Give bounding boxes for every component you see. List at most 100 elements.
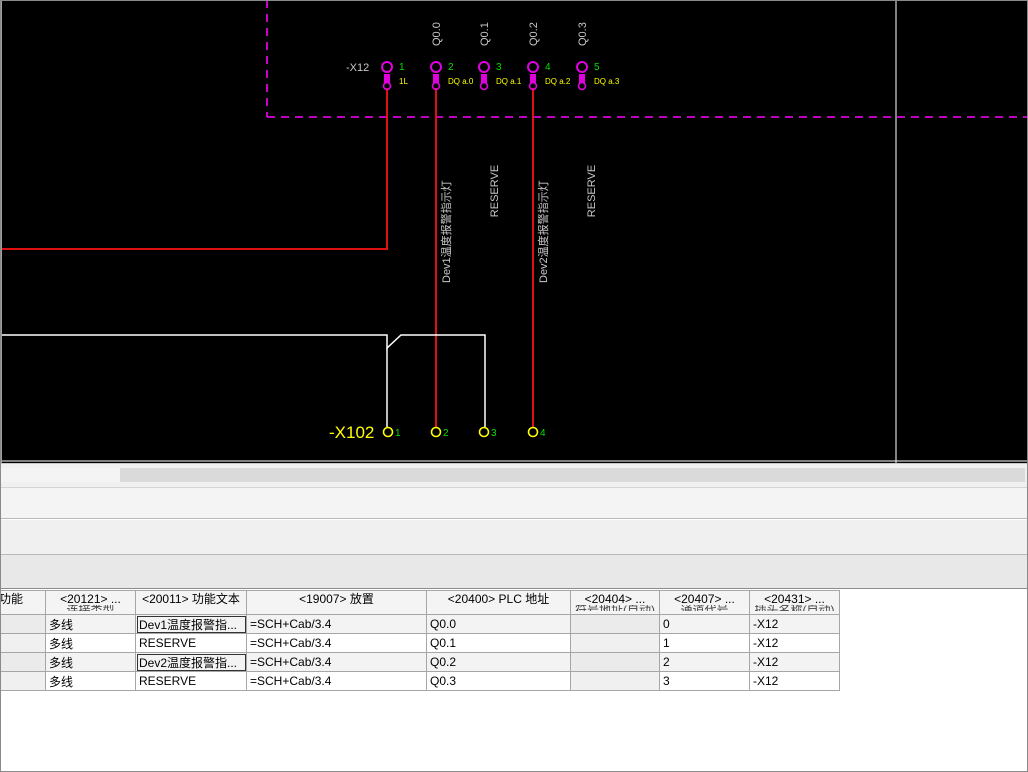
table-row[interactable]: 多线 RESERVE =SCH+Cab/3.4 Q0.1 1 -X12: [0, 633, 840, 653]
terminal-number: 3: [491, 428, 497, 439]
table-cell[interactable]: [570, 652, 660, 672]
terminal-channel-label: DQ a.0: [448, 77, 474, 86]
table-cell[interactable]: 多线: [45, 671, 136, 691]
data-grid[interactable]: 功能 <20121> ...连接类型 <20011> 功能文本 <19007> 放置 <…: [0, 590, 840, 691]
table-cell[interactable]: Q0.3: [426, 671, 571, 691]
data-grid-panel[interactable]: 功能 <20121> ...连接类型 <20011> 功能文本 <19007> 放置 <…: [0, 590, 1028, 772]
column-header-4[interactable]: <20400> PLC 地址: [426, 590, 571, 615]
function-text-2: RESERVE: [489, 165, 501, 217]
table-row[interactable]: 多线 Dev1温度报警指... =SCH+Cab/3.4 Q0.0 0 -X12: [0, 614, 840, 634]
terminal-ring: [430, 426, 442, 438]
terminal-connection: [577, 81, 587, 91]
table-cell[interactable]: Q0.1: [426, 633, 571, 653]
table-cell[interactable]: =SCH+Cab/3.4: [246, 633, 427, 653]
table-cell[interactable]: -X12: [749, 652, 840, 672]
plc-address-label: Q0.1: [479, 22, 491, 46]
table-cell[interactable]: [0, 671, 46, 691]
terminal-ring: [576, 61, 588, 73]
plc-terminal-2[interactable]: 2 DQ a.0 Q0.0: [430, 22, 474, 91]
table-cell[interactable]: RESERVE: [135, 633, 247, 653]
plc-address-label: Q0.3: [577, 22, 589, 46]
x102-terminal-4[interactable]: 4: [527, 426, 547, 440]
column-header-label: <20404> ...: [584, 592, 646, 606]
column-header-2[interactable]: <20011> 功能文本: [135, 590, 247, 615]
column-header-label: <20431> ...: [764, 592, 825, 606]
table-cell[interactable]: 多线: [45, 614, 136, 634]
table-cell[interactable]: 1: [659, 633, 750, 653]
terminal-number: 1: [395, 428, 401, 439]
scroll-thumb[interactable]: [120, 468, 1025, 482]
horizontal-scrollbar[interactable]: [0, 463, 1028, 487]
table-cell[interactable]: -X12: [749, 633, 840, 653]
column-header-7[interactable]: <20431> ...插头名称(自动): [749, 590, 840, 615]
plc-terminal-4[interactable]: 4 DQ a.2 Q0.2: [527, 22, 571, 91]
column-header-1[interactable]: <20121> ...连接类型: [45, 590, 136, 615]
function-text-1: Dev1温度报警指示灯: [439, 180, 453, 283]
table-cell[interactable]: -X12: [749, 671, 840, 691]
table-cell[interactable]: 0: [659, 614, 750, 634]
terminal-channel-label: DQ a.3: [594, 77, 620, 86]
terminal-body: [530, 74, 536, 83]
table-row[interactable]: 多线 RESERVE =SCH+Cab/3.4 Q0.3 3 -X12: [0, 671, 840, 691]
table-cell[interactable]: =SCH+Cab/3.4: [246, 614, 427, 634]
table-cell[interactable]: [0, 614, 46, 634]
table-cell[interactable]: =SCH+Cab/3.4: [246, 671, 427, 691]
column-header-6[interactable]: <20407> ...通道代号: [659, 590, 750, 615]
table-cell[interactable]: [570, 671, 660, 691]
table-cell[interactable]: Q0.0: [426, 614, 571, 634]
table-cell[interactable]: 2: [659, 652, 750, 672]
table-cell[interactable]: Q0.2: [426, 652, 571, 672]
terminal-ring: [527, 426, 539, 438]
table-cell[interactable]: 多线: [45, 652, 136, 672]
terminal-number: 4: [545, 62, 551, 73]
table-cell[interactable]: Dev2温度报警指...: [135, 652, 247, 672]
column-header-label: <19007> 放置: [299, 592, 374, 606]
terminal-ring: [381, 61, 393, 73]
column-header-sublabel: 符号地址(自动): [574, 605, 656, 611]
terminal-channel-label: DQ a.2: [545, 77, 571, 86]
column-header-5[interactable]: <20404> ...符号地址(自动): [570, 590, 660, 615]
filter-band: [0, 519, 1028, 555]
column-header-label: <20011> 功能文本: [142, 592, 240, 606]
top-strip-label: -X12: [346, 62, 369, 74]
table-cell[interactable]: 多线: [45, 633, 136, 653]
plc-terminal-5[interactable]: 5 DQ a.3 Q0.3: [576, 22, 620, 91]
table-row[interactable]: 多线 Dev2温度报警指... =SCH+Cab/3.4 Q0.2 2 -X12: [0, 652, 840, 672]
table-cell[interactable]: =SCH+Cab/3.4: [246, 652, 427, 672]
x102-terminal-2[interactable]: 2: [430, 426, 450, 440]
x102-terminal-1[interactable]: 1: [382, 426, 402, 440]
terminal-ring: [478, 61, 490, 73]
plc-terminal-1[interactable]: 11L: [381, 61, 408, 91]
table-cell[interactable]: [0, 652, 46, 672]
table-cell[interactable]: [570, 614, 660, 634]
function-text-3: Dev2温度报警指示灯: [536, 180, 550, 283]
group-band: [0, 555, 1028, 589]
grid-header-row: 功能 <20121> ...连接类型 <20011> 功能文本 <19007> 放置 <…: [0, 590, 840, 615]
table-cell[interactable]: [570, 633, 660, 653]
function-text-4: RESERVE: [586, 165, 598, 217]
scroll-track[interactable]: [0, 468, 120, 482]
schematic-canvas[interactable]: 1 1L 2 DQ a.0 Q0.0 3 DQ a.1 Q0.1 4 DQ a.2 Q0.2 5 DQ …: [0, 0, 1028, 463]
plc-terminal-3[interactable]: 3 DQ a.1 Q0.1: [478, 22, 522, 91]
terminal-channel-label: DQ a.1: [496, 77, 522, 86]
terminal-body: [433, 74, 439, 83]
terminal-connection: [479, 81, 489, 91]
schematic-drawing: 11L2DQ a.0Q0.03DQ a.1Q0.14DQ a.2Q0.25DQ …: [2, 0, 1028, 463]
terminal-body: [481, 74, 487, 83]
terminal-ring: [430, 61, 442, 73]
column-header-3[interactable]: <19007> 放置: [246, 590, 427, 615]
toolbar-band: [0, 487, 1028, 519]
table-cell[interactable]: RESERVE: [135, 671, 247, 691]
table-cell[interactable]: [0, 633, 46, 653]
column-header-label: 功能: [0, 592, 24, 606]
x102-terminal-3[interactable]: 3: [478, 426, 498, 440]
column-header-0[interactable]: 功能: [0, 590, 46, 615]
terminal-channel-label: 1L: [399, 77, 408, 86]
table-cell[interactable]: -X12: [749, 614, 840, 634]
terminal-number: 5: [594, 62, 600, 73]
table-cell[interactable]: Dev1温度报警指...: [135, 614, 247, 634]
terminal-number: 2: [448, 62, 454, 73]
column-header-label: <20400> PLC 地址: [447, 592, 550, 606]
terminal-number: 4: [540, 428, 546, 439]
table-cell[interactable]: 3: [659, 671, 750, 691]
